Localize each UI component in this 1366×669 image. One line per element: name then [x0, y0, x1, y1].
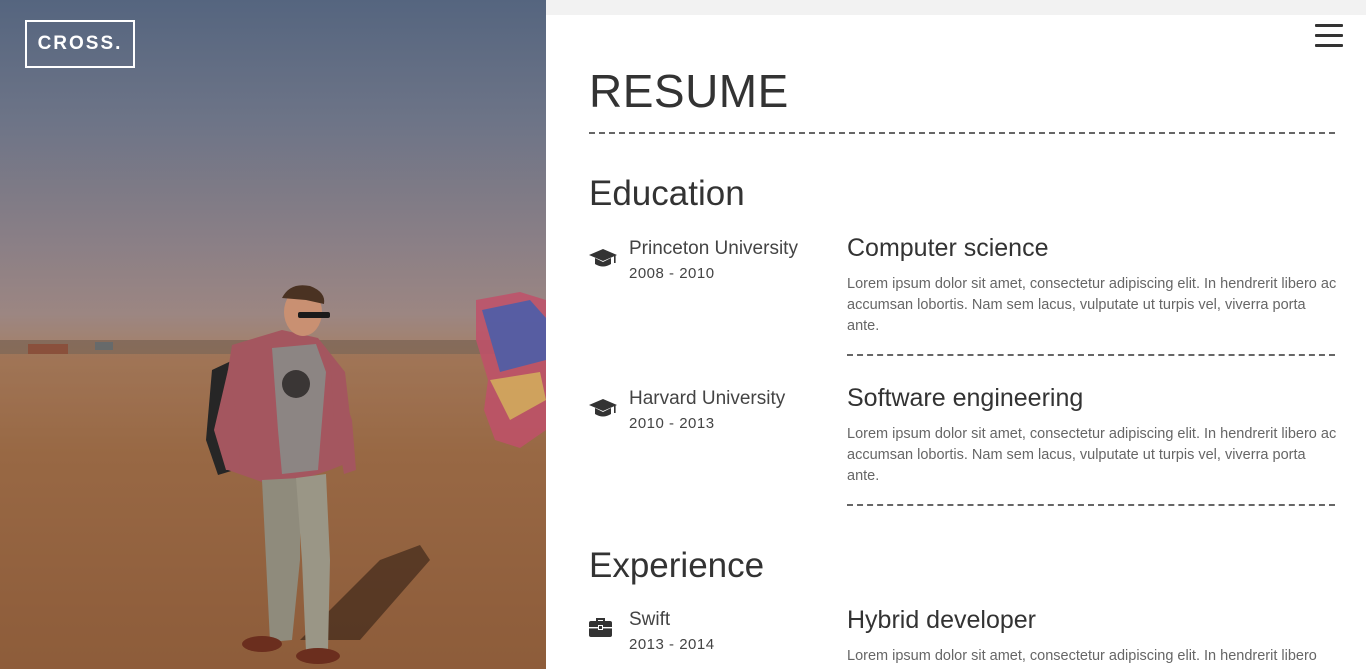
education-role: Software engineering — [847, 384, 1084, 412]
education-description: Lorem ipsum dolor sit amet, consectetur … — [847, 426, 1337, 484]
entry-divider — [847, 354, 1335, 356]
education-role: Computer science — [847, 234, 1049, 262]
experience-heading: Experience — [589, 546, 765, 585]
education-years: 2008 - 2010 — [629, 265, 715, 282]
page-title: RESUME — [589, 65, 789, 117]
education-heading: Education — [589, 174, 745, 213]
graduation-cap-icon — [589, 399, 617, 417]
hero-photo: CROSS. — [0, 0, 546, 669]
entry-divider — [847, 504, 1335, 506]
brand-logo[interactable]: CROSS. — [25, 20, 135, 68]
top-strip — [546, 0, 1366, 15]
hero-photo-illustration — [0, 285, 546, 669]
graduation-cap-icon — [589, 249, 617, 267]
experience-role: Hybrid developer — [847, 606, 1036, 634]
education-years: 2010 - 2013 — [629, 415, 715, 432]
experience-org: Swift — [629, 609, 671, 630]
title-divider — [589, 132, 1335, 134]
page: CROSS. RESUME Education Princeton Univer… — [0, 0, 1366, 669]
hamburger-menu-icon[interactable] — [1314, 24, 1344, 50]
experience-description: Lorem ipsum dolor sit amet, consectetur … — [847, 648, 1317, 664]
education-description: Lorem ipsum dolor sit amet, consectetur … — [847, 276, 1337, 334]
education-org: Princeton University — [629, 238, 798, 259]
experience-years: 2013 - 2014 — [629, 636, 715, 653]
briefcase-icon — [589, 618, 612, 637]
education-org: Harvard University — [629, 388, 786, 409]
